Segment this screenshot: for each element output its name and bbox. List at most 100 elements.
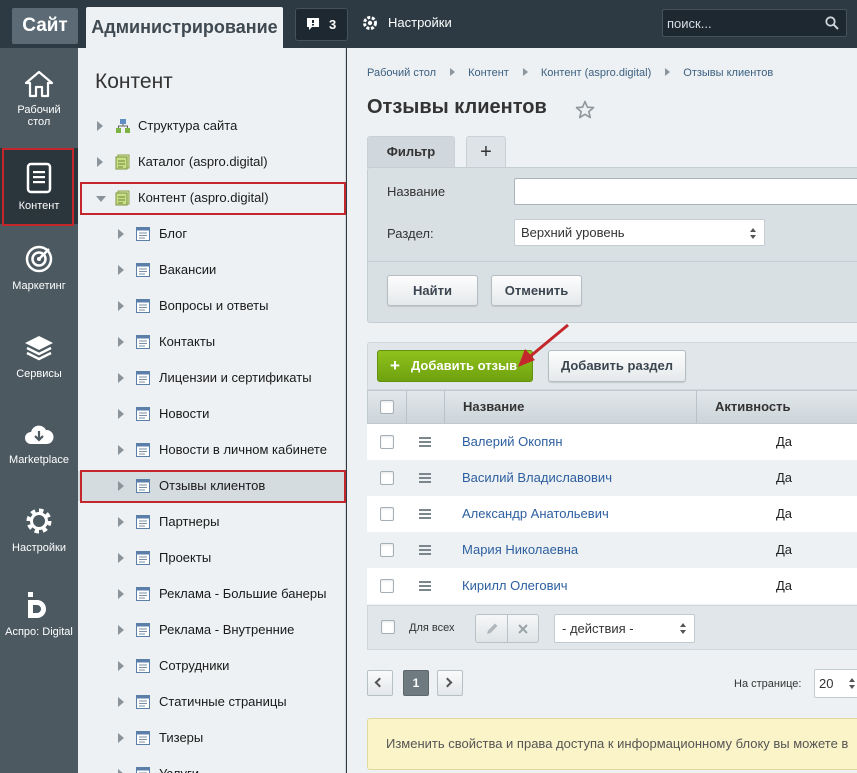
tab-filter[interactable]: Фильтр (367, 136, 455, 168)
expand-arrow-icon[interactable] (118, 697, 124, 707)
expand-arrow-icon[interactable] (118, 301, 124, 311)
row-name-link[interactable]: Александр Анатольевич (462, 506, 609, 521)
tree-item[interactable]: Проекты (78, 543, 346, 573)
tree-item[interactable]: Контакты (78, 327, 346, 357)
sidebar-item-services[interactable]: Сервисы (0, 334, 78, 380)
filter-section-select[interactable]: Верхний уровень (514, 219, 765, 246)
row-checkbox[interactable] (380, 471, 394, 485)
search-icon[interactable] (825, 16, 839, 30)
current-page-button[interactable]: 1 (403, 670, 429, 696)
row-name-link[interactable]: Василий Владиславович (462, 470, 612, 485)
add-review-button[interactable]: + Добавить отзыв (377, 350, 533, 382)
table-row[interactable]: Валерий Окопян Да (367, 424, 857, 460)
expand-arrow-icon[interactable] (97, 121, 103, 131)
tree-label: Партнеры (159, 514, 220, 529)
expand-arrow-icon[interactable] (118, 661, 124, 671)
expand-arrow-icon[interactable] (118, 409, 124, 419)
expand-arrow-icon[interactable] (118, 517, 124, 527)
tree-item[interactable]: Новости в личном кабинете (78, 435, 346, 465)
tree-label: Новости в личном кабинете (159, 442, 327, 457)
per-page-select[interactable]: 20 (814, 669, 857, 698)
tree-item[interactable]: Услуги (78, 759, 346, 773)
breadcrumb-item[interactable]: Контент (aspro.digital) (541, 67, 651, 79)
column-header-activity[interactable]: Активность (697, 391, 857, 423)
tab-administration[interactable]: Администрирование (86, 7, 283, 48)
sidebar-item-marketing[interactable]: Маркетинг (0, 244, 78, 292)
expand-arrow-icon[interactable] (118, 337, 124, 347)
tree-item[interactable]: Блог (78, 219, 346, 249)
tree-item[interactable]: Вопросы и ответы (78, 291, 346, 321)
tree-item[interactable]: Вакансии (78, 255, 346, 285)
sidebar-item-desktop[interactable]: Рабочий стол (0, 70, 78, 128)
sidebar-label: Сервисы (16, 368, 62, 380)
expand-arrow-icon[interactable] (118, 373, 124, 383)
row-name-link[interactable]: Валерий Окопян (462, 434, 563, 449)
tree-item-catalog[interactable]: Каталог (aspro.digital) (78, 147, 346, 177)
tab-site[interactable]: Сайт (12, 8, 78, 44)
pencil-icon[interactable] (485, 622, 499, 636)
breadcrumb-item[interactable]: Контент (468, 67, 509, 79)
row-menu-icon[interactable] (419, 509, 431, 519)
tree-item-site-structure[interactable]: Структура сайта (78, 111, 346, 141)
row-menu-icon[interactable] (419, 473, 431, 483)
sidebar-item-settings[interactable]: Настройки (0, 506, 78, 554)
find-button[interactable]: Найти (387, 275, 478, 306)
tree-item[interactable]: Статичные страницы (78, 687, 346, 717)
select-all-checkbox[interactable] (380, 400, 394, 414)
star-icon[interactable] (575, 100, 595, 120)
delete-icon[interactable] (517, 623, 529, 635)
tree-item[interactable]: Новости (78, 399, 346, 429)
sidebar-label: Аспро: Digital (5, 626, 73, 638)
expand-arrow-icon[interactable] (118, 229, 124, 239)
expand-arrow-icon[interactable] (118, 589, 124, 599)
next-page-button[interactable] (437, 670, 463, 696)
table-row[interactable]: Кирилл Олегович Да (367, 568, 857, 604)
row-checkbox[interactable] (380, 507, 394, 521)
prev-page-button[interactable] (367, 670, 393, 696)
sidebar-item-aspro[interactable]: Аспро: Digital (0, 590, 78, 638)
breadcrumb-item[interactable]: Рабочий стол (367, 67, 436, 79)
row-checkbox[interactable] (380, 579, 394, 593)
iblock-icon (136, 731, 150, 745)
tree-item[interactable]: Лицензии и сертификаты (78, 363, 346, 393)
per-page-label: На странице: (734, 678, 802, 690)
expand-arrow-icon[interactable] (118, 769, 124, 773)
table-row[interactable]: Мария Николаевна Да (367, 532, 857, 568)
gear-icon (26, 508, 52, 534)
row-checkbox[interactable] (380, 543, 394, 557)
row-checkbox[interactable] (380, 435, 394, 449)
expand-arrow-icon[interactable] (118, 625, 124, 635)
expand-arrow-icon[interactable] (118, 445, 124, 455)
expand-arrow-icon[interactable] (97, 157, 103, 167)
tree-item[interactable]: Тизеры (78, 723, 346, 753)
row-name-link[interactable]: Мария Николаевна (462, 542, 578, 557)
highlight-box (80, 470, 346, 503)
tree-item[interactable]: Сотрудники (78, 651, 346, 681)
row-name-link[interactable]: Кирилл Олегович (462, 578, 568, 593)
column-header-name[interactable]: Название (445, 391, 697, 423)
list-toolbar: + Добавить отзыв Добавить раздел (367, 342, 857, 390)
notifications-button[interactable]: 3 (295, 8, 348, 41)
main-content: Рабочий стол Контент Контент (aspro.digita… (347, 48, 857, 773)
breadcrumb-item[interactable]: Отзывы клиентов (683, 67, 773, 79)
filter-name-input[interactable] (514, 178, 857, 205)
sidebar-item-marketplace[interactable]: Marketplace (0, 422, 78, 466)
row-menu-icon[interactable] (419, 545, 431, 555)
row-menu-icon[interactable] (419, 437, 431, 447)
search-input[interactable] (667, 12, 817, 34)
for-all-checkbox[interactable] (381, 620, 395, 634)
header-checkbox-cell (368, 391, 407, 423)
expand-arrow-icon[interactable] (118, 733, 124, 743)
table-row[interactable]: Александр Анатольевич Да (367, 496, 857, 532)
row-menu-icon[interactable] (419, 581, 431, 591)
actions-select[interactable]: - действия - (554, 614, 695, 643)
add-filter-tab-button[interactable]: + (466, 136, 506, 168)
tree-item[interactable]: Реклама - Большие банеры (78, 579, 346, 609)
top-bar: Сайт Администрирование 3 Настройки (0, 0, 857, 48)
expand-arrow-icon[interactable] (118, 265, 124, 275)
cancel-button[interactable]: Отменить (491, 275, 582, 306)
tree-item[interactable]: Партнеры (78, 507, 346, 537)
tree-item[interactable]: Реклама - Внутренние (78, 615, 346, 645)
expand-arrow-icon[interactable] (118, 553, 124, 563)
table-row[interactable]: Василий Владиславович Да (367, 460, 857, 496)
